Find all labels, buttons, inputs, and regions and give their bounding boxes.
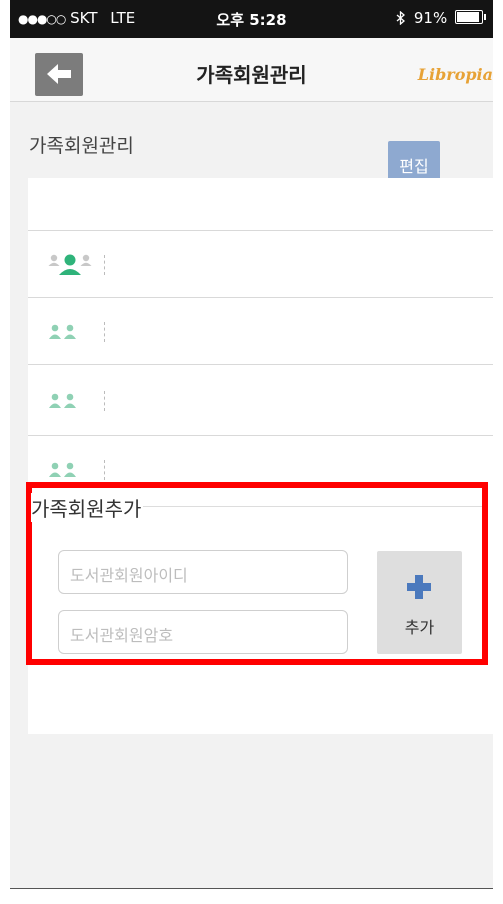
status-right: 91% bbox=[396, 9, 486, 27]
nav-bar: 가족회원관리 Libropia bbox=[10, 38, 493, 102]
row-separator bbox=[104, 255, 105, 275]
libropia-logo: Libropia bbox=[417, 65, 493, 84]
add-button-label: 추가 bbox=[404, 618, 435, 637]
battery-percent: 91% bbox=[413, 9, 448, 27]
row-separator bbox=[104, 460, 105, 480]
group-icon bbox=[48, 324, 80, 344]
member-row-1[interactable] bbox=[28, 231, 493, 298]
member-password-input[interactable]: 도서관회원암호 bbox=[58, 610, 348, 654]
app-screen: ●●●○○ SKT LTE 오후 5:28 91% 가족회원관리 Libropi… bbox=[10, 0, 493, 888]
section-title: 가족회원관리 bbox=[29, 135, 134, 157]
list-header-row bbox=[28, 178, 493, 231]
add-member-button[interactable]: 추가 bbox=[377, 551, 462, 654]
group-icon bbox=[48, 462, 80, 482]
row-separator bbox=[104, 391, 105, 411]
member-row-3[interactable] bbox=[28, 365, 493, 436]
member-row-2[interactable] bbox=[28, 298, 493, 365]
row-separator bbox=[104, 322, 105, 342]
battery-icon bbox=[455, 10, 486, 24]
bluetooth-icon bbox=[396, 9, 410, 27]
group-icon bbox=[48, 393, 80, 413]
add-panel-title: 가족회원추가 bbox=[31, 493, 144, 522]
member-password-placeholder: 도서관회원암호 bbox=[70, 626, 174, 645]
group-selected-icon bbox=[48, 253, 92, 279]
member-id-placeholder: 도서관회원아이디 bbox=[70, 566, 188, 585]
plus-icon bbox=[407, 575, 431, 599]
bottom-divider bbox=[10, 888, 493, 889]
member-id-input[interactable]: 도서관회원아이디 bbox=[58, 550, 348, 594]
add-family-member-panel: 가족회원추가 도서관회원아이디 도서관회원암호 추가 bbox=[26, 482, 488, 665]
status-bar: ●●●○○ SKT LTE 오후 5:28 91% bbox=[10, 0, 493, 38]
